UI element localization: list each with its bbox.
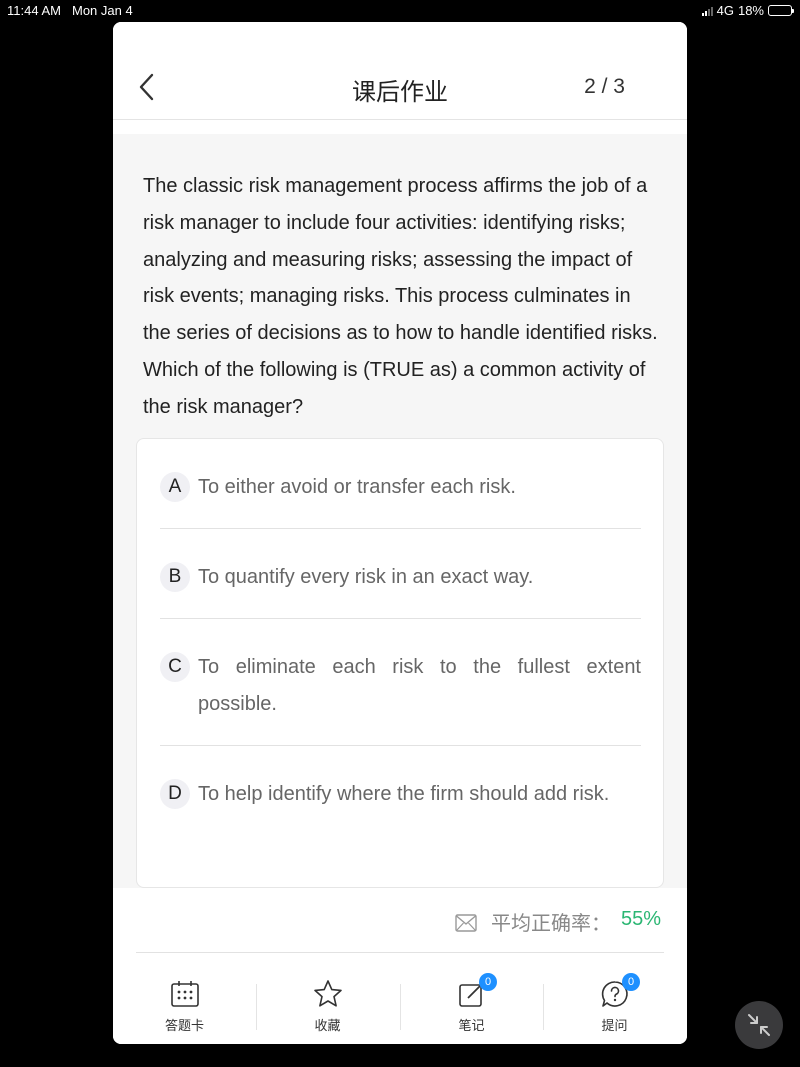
favorite-button[interactable]: 收藏 — [256, 968, 399, 1044]
question-counter: 2 / 3 — [584, 75, 625, 98]
option-divider — [160, 745, 641, 746]
option-letter: C — [160, 652, 190, 682]
tab-label: 提问 — [601, 1019, 628, 1034]
accuracy-value: 55% — [621, 908, 662, 930]
envelope-icon — [455, 914, 477, 932]
status-time: 11:44 AM — [7, 3, 61, 18]
status-date: Mon Jan 4 — [72, 3, 133, 18]
accuracy-label: 平均正确率： — [491, 911, 611, 935]
tab-label: 答题卡 — [164, 1019, 204, 1034]
option-c[interactable]: C To eliminate each risk to the fullest … — [160, 649, 641, 723]
collapse-arrows-icon — [748, 1014, 770, 1036]
answer-card-icon — [171, 981, 199, 1007]
divider — [136, 952, 664, 953]
network-type: 4G — [716, 3, 734, 18]
status-indicators: 4G 18% — [701, 3, 794, 18]
notes-button[interactable]: 0 笔记 — [400, 968, 543, 1044]
question-text: The classic risk management process affi… — [143, 175, 658, 418]
option-text: To help identify where the firm should a… — [198, 783, 610, 805]
homework-card: 课后作业 2 / 3 The classic risk management p… — [113, 22, 687, 1044]
minimize-floating-button[interactable] — [735, 1001, 783, 1049]
option-a[interactable]: A To either avoid or transfer each risk. — [160, 469, 641, 506]
tab-label: 收藏 — [314, 1019, 341, 1034]
option-d[interactable]: D To help identify where the firm should… — [160, 776, 641, 813]
nav-bar: 课后作业 2 / 3 — [113, 22, 687, 120]
ask-question-button[interactable]: 0 提问 — [543, 968, 686, 1044]
battery-percent: 18% — [737, 3, 764, 18]
notes-count-badge: 0 — [479, 973, 497, 991]
options-panel: A To either avoid or transfer each risk.… — [136, 438, 664, 888]
option-letter: D — [160, 779, 190, 809]
questions-count-badge: 0 — [622, 973, 640, 991]
answer-card-button[interactable]: 答题卡 — [113, 968, 256, 1044]
tab-label: 笔记 — [458, 1019, 485, 1034]
option-text: To eliminate each risk to the fullest ex… — [198, 656, 641, 715]
option-letter: A — [160, 472, 190, 502]
option-letter: B — [160, 562, 190, 592]
signal-icon — [701, 6, 713, 16]
question-area: The classic risk management process affi… — [113, 134, 687, 888]
option-text: To quantify every risk in an exact way. — [198, 566, 534, 588]
option-divider — [160, 528, 641, 529]
option-text: To either avoid or transfer each risk. — [198, 476, 516, 498]
stats-row: 平均正确率： 55% — [113, 888, 687, 968]
star-icon — [314, 980, 342, 1007]
option-b[interactable]: B To quantify every risk in an exact way… — [160, 559, 641, 596]
battery-icon — [768, 5, 794, 16]
bottom-toolbar: 答题卡 收藏 0 笔记 0 提问 — [113, 968, 687, 1044]
option-divider — [160, 618, 641, 619]
status-bar: 11:44 AM Mon Jan 4 4G 18% — [0, 0, 800, 20]
